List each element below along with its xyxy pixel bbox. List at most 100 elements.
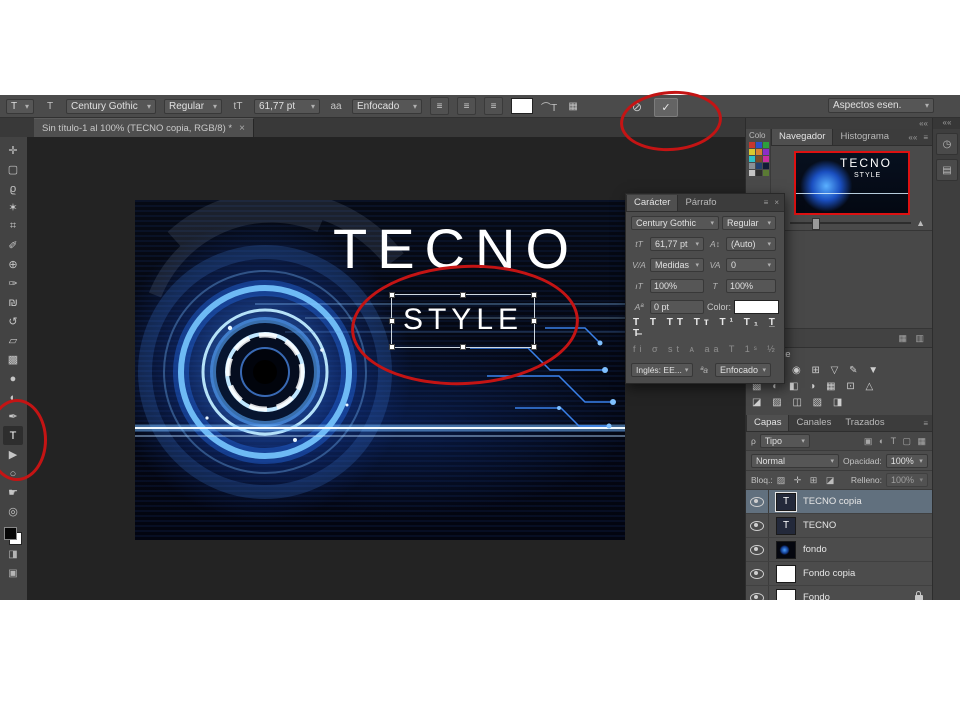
char-font-family-select[interactable]: Century Gothic <box>631 215 719 230</box>
char-vertical-scale-field[interactable]: 100% <box>650 278 704 293</box>
char-language-select[interactable]: Inglés: EE... <box>631 362 693 377</box>
eyedropper-tool[interactable]: ✐ <box>3 236 23 255</box>
navigator-zoom-slider[interactable]: ▲ ▲ <box>771 215 933 230</box>
panel-menu-icon[interactable]: ≡ <box>764 198 769 207</box>
tab-paragraph[interactable]: Párrafo <box>678 195 723 211</box>
text-layer-thumbnail[interactable]: T <box>776 516 796 535</box>
quick-mask-icon[interactable]: ◨ <box>3 545 23 564</box>
options-bar: T T Century Gothic Regular tT 61,77 pt a… <box>0 95 960 118</box>
align-center-button[interactable]: ≡ <box>457 97 476 115</box>
close-panel-icon[interactable]: × <box>774 198 779 207</box>
healing-brush-tool[interactable]: ⊕ <box>3 255 23 274</box>
swatch-grid[interactable] <box>749 142 769 176</box>
navigator-proxy-preview[interactable]: TECNO STYLE <box>794 151 910 215</box>
zoom-in-icon[interactable]: ▲ <box>916 218 925 228</box>
history-brush-tool[interactable]: ↺ <box>3 312 23 331</box>
tab-histogram[interactable]: Histograma <box>833 129 896 145</box>
workspace-switcher[interactable]: Aspectos esen. <box>828 98 934 113</box>
layer-name[interactable]: Fondo copia <box>803 568 855 579</box>
tab-paths[interactable]: Trazados <box>838 415 891 431</box>
toggle-panels-icon[interactable]: ▦ <box>565 98 581 114</box>
hand-tool[interactable]: ☛ <box>3 483 23 502</box>
visibility-eye-icon[interactable] <box>746 490 769 513</box>
char-size-select[interactable]: 61,77 pt <box>650 236 704 251</box>
brush-tool[interactable]: ✑ <box>3 274 23 293</box>
document-tab[interactable]: Sin título-1 al 100% (TECNO copia, RGB/8… <box>34 118 254 137</box>
quick-selection-tool[interactable]: ✶ <box>3 198 23 217</box>
char-style-buttons[interactable]: T T TT Tᴛ T¹ T₁ T̲ T̶ <box>631 317 779 339</box>
visibility-eye-icon[interactable] <box>746 586 769 600</box>
char-kerning-select[interactable]: Medidas <box>650 257 704 272</box>
char-horizontal-scale-field[interactable]: 100% <box>726 278 776 293</box>
white-layer-thumbnail[interactable] <box>776 588 796 600</box>
char-color-swatch[interactable] <box>734 299 779 314</box>
visibility-eye-icon[interactable] <box>746 514 769 537</box>
crop-tool[interactable]: ⌗ <box>3 217 23 236</box>
move-tool[interactable]: ✛ <box>3 141 23 160</box>
close-document-icon[interactable]: × <box>239 123 245 134</box>
tab-channels[interactable]: Canales <box>789 415 838 431</box>
lock-option-icons[interactable]: ▨ ✛ ⊞ ◪ <box>777 475 838 486</box>
layer-name[interactable]: TECNO <box>803 520 836 531</box>
character-panel: Carácter Párrafo ≡ × Century Gothic Regu… <box>625 193 785 384</box>
char-baseline-field[interactable]: 0 pt <box>650 299 704 314</box>
panel-menu-icon[interactable]: ≡ <box>923 133 928 142</box>
opacity-select[interactable]: 100% <box>885 453 928 468</box>
layer-filter-type-icons[interactable]: ▣ ◐ T ▢ ▦ <box>864 436 928 447</box>
image-layer-thumbnail[interactable] <box>776 540 796 559</box>
char-font-style-select[interactable]: Regular <box>722 215 776 230</box>
clone-stamp-tool[interactable]: ₪ <box>3 293 23 312</box>
properties-panel-icon[interactable]: ▤ <box>936 159 958 181</box>
align-left-button[interactable]: ≡ <box>430 97 449 115</box>
eraser-tool[interactable]: ▱ <box>3 331 23 350</box>
fill-select[interactable]: 100% <box>886 473 928 487</box>
tab-layers[interactable]: Capas <box>746 415 790 431</box>
warp-text-icon[interactable]: ⌒T <box>541 98 557 114</box>
char-leading-select[interactable]: (Auto) <box>726 236 776 251</box>
layer-row-fondo-image[interactable]: fondo <box>746 538 933 562</box>
screen-mode-icon[interactable]: ▣ <box>3 564 23 583</box>
char-anti-alias-select[interactable]: Enfocado <box>715 362 771 377</box>
tab-character[interactable]: Carácter <box>626 194 679 211</box>
layers-panel-menu-icon[interactable]: ≡ <box>923 419 928 428</box>
layer-row-fondo-copia[interactable]: Fondo copia <box>746 562 933 586</box>
layer-row-fondo[interactable]: Fondo <box>746 586 933 600</box>
tool-preset-picker[interactable]: T <box>42 98 58 114</box>
layer-row-tecno-copia[interactable]: T TECNO copia <box>746 490 933 514</box>
current-tool-icon[interactable]: T <box>6 98 34 114</box>
font-size-select[interactable]: 61,77 pt <box>254 98 320 114</box>
zoom-tool[interactable]: ◎ <box>3 502 23 521</box>
font-style-select[interactable]: Regular <box>164 98 222 114</box>
visibility-eye-icon[interactable] <box>746 538 769 561</box>
char-opentype-buttons[interactable]: fi σ st ᴀ aa T 1ˢ ½ <box>631 344 779 354</box>
layer-name[interactable]: Fondo <box>803 592 830 600</box>
lasso-tool[interactable]: ϱ <box>3 179 23 198</box>
layer-name[interactable]: TECNO copia <box>803 496 862 507</box>
expand-panels-icon[interactable]: «« <box>933 118 960 129</box>
panel-collapse-icon[interactable]: «« <box>908 133 917 142</box>
visibility-eye-icon[interactable] <box>746 562 769 585</box>
document-canvas[interactable]: TECNO STYLE <box>135 200 625 540</box>
anti-alias-select[interactable]: Enfocado <box>352 98 422 114</box>
tab-navigator[interactable]: Navegador <box>771 129 834 145</box>
adjustment-icons-row[interactable]: ◪ ▨ ◫ ▧ ◨ <box>752 395 933 411</box>
char-tracking-select[interactable]: 0 <box>726 257 776 272</box>
char-size-icon: tT <box>635 238 643 249</box>
rectangular-marquee-tool[interactable]: ▢ <box>3 160 23 179</box>
history-panel-icon[interactable]: ◷ <box>936 133 958 155</box>
font-family-select[interactable]: Century Gothic <box>66 98 156 114</box>
layer-filter-kind-select[interactable]: Tipo <box>759 434 810 448</box>
align-right-button[interactable]: ≡ <box>484 97 503 115</box>
blur-tool[interactable]: ● <box>3 369 23 388</box>
blend-mode-select[interactable]: Normal <box>751 453 839 468</box>
text-color-swatch[interactable] <box>511 98 533 114</box>
white-layer-thumbnail[interactable] <box>776 564 796 583</box>
gradient-tool[interactable]: ▩ <box>3 350 23 369</box>
styles-panel-icons[interactable]: ▦ ▥ <box>898 333 927 344</box>
layer-row-tecno[interactable]: T TECNO <box>746 514 933 538</box>
zoom-slider-knob[interactable] <box>811 218 820 230</box>
foreground-background-swatches[interactable] <box>4 527 22 545</box>
collapse-panels-icon[interactable]: «« <box>919 119 928 128</box>
layer-name[interactable]: fondo <box>803 544 827 555</box>
text-layer-thumbnail[interactable]: T <box>775 491 797 512</box>
